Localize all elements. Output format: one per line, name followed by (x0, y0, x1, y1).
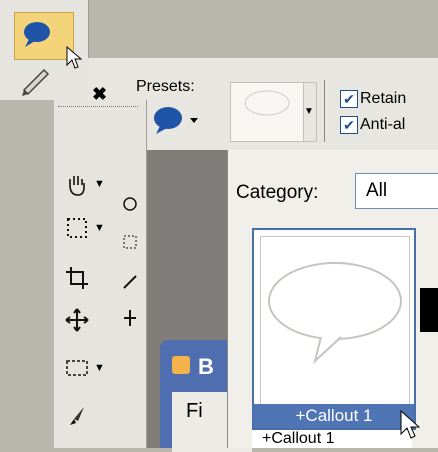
toolbar-grip[interactable] (58, 106, 138, 111)
category-select[interactable]: All (355, 173, 438, 209)
presets-label: Presets: (136, 78, 195, 95)
brush-tool[interactable] (64, 396, 134, 436)
pen-icon (22, 68, 50, 96)
thumbnail-preview (260, 236, 410, 406)
speech-bubble-icon (268, 262, 402, 365)
window-title: B (198, 354, 214, 379)
shape-dropdown-arrow[interactable]: ▼ (302, 82, 317, 142)
preset-thumbnail-second[interactable]: +Callout 1 (252, 430, 412, 448)
thumbnail-label: +Callout 1 (254, 404, 414, 428)
retain-checkbox[interactable]: ✔ Retain (340, 90, 406, 108)
shape-preview[interactable] (230, 82, 304, 142)
divider (324, 80, 325, 142)
tool-column-secondary (118, 190, 142, 360)
antialias-checkbox[interactable]: ✔ Anti-al (340, 116, 405, 134)
marquee-icon (67, 218, 87, 238)
crop-icon (66, 267, 88, 289)
brush-icon (70, 407, 84, 425)
chevron-down-icon[interactable]: ▼ (94, 222, 105, 234)
app-icon (172, 356, 190, 374)
retain-label: Retain (360, 90, 407, 107)
presets-button[interactable] (150, 104, 210, 141)
move-icon (65, 308, 89, 332)
pan-hand-icon (69, 176, 85, 196)
antialias-label: Anti-al (360, 116, 406, 133)
callout-icon (24, 22, 50, 47)
chevron-down-icon[interactable]: ▼ (94, 362, 105, 374)
category-label: Category: (236, 182, 319, 203)
window-body-text: Fi (186, 400, 203, 422)
callout-preset-icon (154, 107, 198, 134)
callout-tool-button[interactable] (14, 12, 74, 60)
thumbnail-second-label: +Callout 1 (262, 430, 335, 447)
preset-thumbnail[interactable]: +Callout 1 (252, 228, 416, 430)
chevron-down-icon[interactable]: ▼ (94, 178, 105, 190)
mouse-cursor-icon (400, 410, 420, 439)
tools-toolbar: ▼ ▼ ▼ (54, 100, 147, 448)
mouse-cursor-icon (66, 46, 82, 69)
preview-edge (420, 288, 438, 332)
category-value: All (366, 180, 388, 201)
rect-select-icon (66, 360, 88, 376)
